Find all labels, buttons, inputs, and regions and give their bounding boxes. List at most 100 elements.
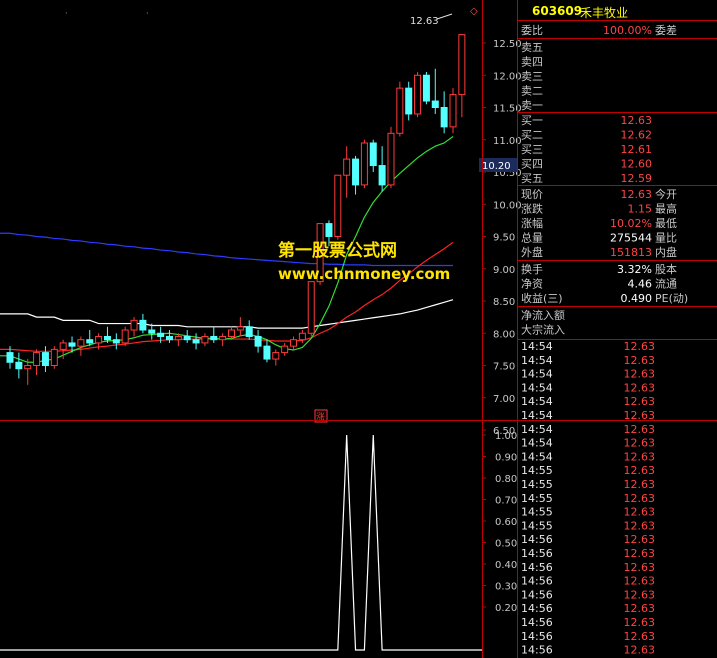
stat-label-right: 最低 bbox=[655, 217, 677, 230]
stat-label: 涨幅 bbox=[521, 217, 543, 230]
candle-body bbox=[139, 319, 147, 331]
y-tick-label: 0.80 bbox=[495, 474, 517, 485]
y-tick-label: 9.50 bbox=[493, 233, 515, 244]
tick-time: 14:56 bbox=[521, 588, 553, 601]
stat-label-right: 流通 bbox=[655, 277, 677, 291]
y-tick-label: 0.90 bbox=[495, 453, 517, 464]
stat-label: 净资 bbox=[521, 277, 543, 291]
candle-body bbox=[343, 158, 351, 176]
tick-price: 12.63 bbox=[624, 533, 656, 546]
tick-price: 12.63 bbox=[624, 464, 656, 477]
candle-body bbox=[157, 332, 165, 337]
current-price-label: 10.20 bbox=[482, 161, 511, 172]
sell-level-label: 卖三 bbox=[521, 70, 543, 83]
candle-body bbox=[201, 335, 209, 344]
tick-time: 14:54 bbox=[521, 437, 553, 450]
candle-body bbox=[59, 342, 67, 350]
candle-body bbox=[298, 332, 306, 341]
candle-body bbox=[41, 352, 49, 367]
tick-price: 12.63 bbox=[624, 588, 656, 601]
sell-level-label: 卖二 bbox=[521, 85, 543, 98]
candle-body bbox=[77, 339, 85, 347]
sell-level-label: 卖一 bbox=[521, 99, 543, 112]
tick-price: 12.63 bbox=[624, 423, 656, 436]
y-tick-label: 0.60 bbox=[495, 517, 517, 528]
stock-name: 禾丰牧业 bbox=[580, 6, 629, 20]
buy-level-label: 买五 bbox=[521, 172, 543, 185]
stat-value: 3.32% bbox=[617, 263, 652, 276]
stat-label-right: 股本 bbox=[655, 262, 677, 276]
stat-label: 总量 bbox=[521, 231, 543, 245]
candle-body bbox=[352, 158, 360, 186]
y-tick-label: 0.40 bbox=[495, 560, 517, 571]
marker-dot: · bbox=[65, 9, 68, 18]
y-tick-label: 8.00 bbox=[493, 329, 515, 340]
y-tick-label: 0.30 bbox=[495, 582, 517, 593]
tick-price: 12.63 bbox=[624, 450, 656, 463]
weibi-value: 100.00% bbox=[603, 24, 652, 37]
tick-price: 12.63 bbox=[624, 368, 656, 381]
y-tick-label: 0.20 bbox=[495, 603, 517, 614]
stat-label-right: PE(动) bbox=[655, 292, 688, 305]
kline-chart: 12.5012.0011.5011.0010.5010.009.509.008.… bbox=[0, 6, 522, 437]
tick-price: 12.63 bbox=[624, 478, 656, 491]
tick-time: 14:54 bbox=[521, 423, 553, 436]
candle-body bbox=[236, 326, 244, 331]
y-tick-label: 0.70 bbox=[495, 496, 517, 507]
stat-value: 0.490 bbox=[621, 292, 653, 305]
signal-line bbox=[0, 434, 482, 651]
candle-body bbox=[15, 361, 23, 370]
y-tick-label: 9.00 bbox=[493, 265, 515, 276]
flow-label: 大宗流入 bbox=[521, 323, 565, 337]
candle-body bbox=[210, 335, 218, 341]
sell-level-label: 卖四 bbox=[521, 56, 543, 69]
tick-time: 14:56 bbox=[521, 630, 553, 643]
stat-value: 275544 bbox=[610, 232, 652, 245]
candle-body bbox=[254, 335, 262, 347]
buy-level-price: 12.60 bbox=[621, 158, 653, 171]
candle-body bbox=[290, 339, 298, 347]
buy-level-price: 12.63 bbox=[621, 114, 653, 127]
candle-body bbox=[431, 100, 439, 109]
candle-body bbox=[245, 326, 253, 337]
stat-label-right: 今开 bbox=[655, 187, 677, 201]
candle-body bbox=[369, 142, 377, 167]
tick-time: 14:54 bbox=[521, 409, 553, 422]
tick-time: 14:54 bbox=[521, 354, 553, 367]
stock-code[interactable]: 603609 bbox=[532, 4, 582, 18]
tick-time: 14:56 bbox=[521, 644, 553, 657]
candle-body bbox=[378, 165, 386, 186]
candle-body bbox=[130, 319, 138, 331]
candle-body bbox=[387, 132, 395, 186]
sell-level-label: 卖五 bbox=[521, 41, 543, 54]
tick-price: 12.63 bbox=[624, 547, 656, 560]
candle-body bbox=[325, 223, 333, 238]
candle-body bbox=[422, 74, 430, 102]
tick-time: 14:55 bbox=[521, 492, 553, 505]
buy-level-price: 12.61 bbox=[621, 143, 653, 156]
buy-level-label: 买三 bbox=[521, 143, 543, 156]
tick-time: 14:54 bbox=[521, 381, 553, 394]
tick-price: 12.63 bbox=[624, 644, 656, 657]
tick-time: 14:56 bbox=[521, 547, 553, 560]
stat-value: 12.63 bbox=[621, 188, 653, 201]
high-price-label: 12.63 bbox=[410, 16, 439, 27]
tick-time: 14:56 bbox=[521, 616, 553, 629]
candle-body bbox=[112, 339, 120, 344]
tick-price: 12.63 bbox=[624, 575, 656, 588]
y-tick-label: 1.00 bbox=[495, 431, 517, 442]
y-tick-label: 8.50 bbox=[493, 297, 515, 308]
candle-body bbox=[334, 174, 342, 238]
candle-body bbox=[272, 352, 280, 360]
tick-time: 14:55 bbox=[521, 519, 553, 532]
stat-value: 151813 bbox=[610, 246, 652, 259]
candle-body bbox=[121, 329, 129, 344]
candle-body bbox=[414, 74, 422, 115]
tick-price: 12.63 bbox=[624, 492, 656, 505]
candle-body bbox=[396, 87, 404, 134]
tick-time: 14:54 bbox=[521, 340, 553, 353]
tick-price: 12.63 bbox=[624, 506, 656, 519]
watermark-url: www.chnmoney.com bbox=[278, 265, 451, 283]
tick-price: 12.63 bbox=[624, 340, 656, 353]
tick-price: 12.63 bbox=[624, 602, 656, 615]
